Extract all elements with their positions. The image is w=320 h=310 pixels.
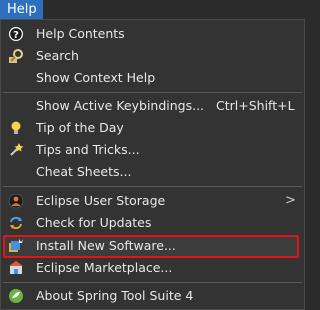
menu-item-check-for-updates[interactable]: Check for Updates <box>1 212 304 234</box>
check-updates-icon <box>10 216 22 230</box>
menu-item-help-contents[interactable]: ? Help Contents <box>1 23 304 45</box>
menu-item-label: Install New Software... <box>36 238 176 253</box>
menu-item-label: Show Context Help <box>36 70 156 85</box>
tips-tricks-icon <box>10 143 24 156</box>
menu-separator <box>3 282 302 283</box>
menu-item-label: Cheat Sheets... <box>36 164 132 179</box>
menu-item-label: Eclipse Marketplace... <box>36 260 173 275</box>
menu-item-install-new-software[interactable]: Install New Software... <box>1 235 304 257</box>
menubar-help[interactable]: Help <box>0 0 43 19</box>
submenu-arrow-icon: > <box>285 193 296 208</box>
menu-item-about-spring-tool-suite[interactable]: About Spring Tool Suite 4 <box>1 285 304 307</box>
menu-item-label: Search <box>36 48 79 63</box>
menu-item-label: Help Contents <box>36 26 125 41</box>
menu-item-tips-and-tricks[interactable]: Tips and Tricks... <box>1 139 304 161</box>
menu-item-eclipse-marketplace[interactable]: Eclipse Marketplace... <box>1 257 304 279</box>
menu-item-label: Check for Updates <box>36 215 152 230</box>
menu-separator <box>3 92 302 93</box>
menubar: Help <box>0 0 305 19</box>
svg-text:?: ? <box>13 30 19 41</box>
menu-item-search[interactable]: Search <box>1 45 304 67</box>
help-menu: ? Help Contents Search Show Context Help… <box>0 19 305 310</box>
spring-icon <box>9 289 23 303</box>
menu-item-label: Tips and Tricks... <box>36 142 140 157</box>
menu-item-cheat-sheets[interactable]: Cheat Sheets... <box>1 161 304 183</box>
marketplace-icon <box>9 261 23 274</box>
menu-item-show-context-help[interactable]: Show Context Help <box>1 67 304 89</box>
menu-item-label: About Spring Tool Suite 4 <box>36 288 194 303</box>
install-software-icon <box>9 239 23 252</box>
user-storage-icon <box>8 193 24 209</box>
lightbulb-icon <box>11 121 21 134</box>
menu-item-label: Show Active Keybindings... <box>36 98 205 113</box>
menu-item-shortcut: Ctrl+Shift+L <box>216 98 295 113</box>
search-icon <box>9 49 23 63</box>
menu-item-label: Tip of the Day <box>36 120 124 135</box>
menu-item-eclipse-user-storage[interactable]: Eclipse User Storage > <box>1 190 304 212</box>
menu-separator <box>3 186 302 187</box>
menu-item-label: Eclipse User Storage <box>36 193 166 208</box>
menu-item-tip-of-the-day[interactable]: Tip of the Day <box>1 117 304 139</box>
help-contents-icon: ? <box>9 27 23 41</box>
menu-item-show-active-keybindings[interactable]: Show Active Keybindings... Ctrl+Shift+L <box>1 95 304 117</box>
